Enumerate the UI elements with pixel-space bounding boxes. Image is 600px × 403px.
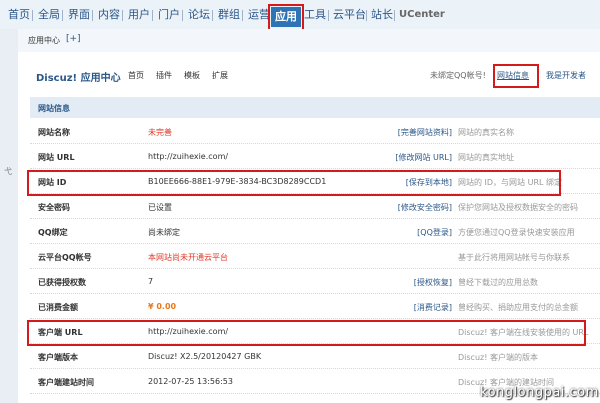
site-info-link[interactable]: 网站信息	[497, 70, 529, 81]
table-row: 云平台QQ帐号 本网站尚未开通云平台 基于此行将用网站帐号与你联系	[30, 244, 600, 269]
nav-separator	[32, 10, 33, 21]
tab-plugins[interactable]: 插件	[156, 70, 172, 81]
row-value: 7	[148, 277, 154, 286]
row-key: 网站 URL	[38, 153, 75, 162]
table-row: 已消费金额 ¥ 0.00 [消费记录] 曾经购买、捐助应用支付的总金额	[30, 294, 600, 319]
row-description: 保护您网站及授权数据安全的密码	[458, 203, 578, 212]
qq-unbound-notice: 未绑定QQ帐号!	[430, 71, 486, 80]
main-panel: Discuz! 应用中心 首页 插件 模板 扩展 未绑定QQ帐号! 网站信息 我…	[18, 52, 600, 403]
row-value: 本网站尚未开通云平台	[148, 253, 228, 262]
nav-home[interactable]: 首页	[6, 6, 32, 24]
add-shortcut-button[interactable]: [+]	[66, 34, 81, 44]
row-value: 尚未绑定	[148, 228, 180, 237]
qq-login-link[interactable]: [QQ登录]	[417, 227, 452, 238]
nav-separator	[62, 10, 63, 21]
table-row: QQ绑定 尚未绑定 [QQ登录] 方便您通过QQ登录快速安装应用	[30, 219, 600, 244]
table-row: 已获得授权数 7 [授权恢复] 曾经下载过的应用总数	[30, 269, 600, 294]
nav-separator	[212, 10, 213, 21]
breadcrumb-label: 应用中心	[28, 36, 60, 45]
row-value: 已设置	[148, 203, 172, 212]
nav-ucenter[interactable]: UCenter	[397, 6, 447, 24]
nav-groups[interactable]: 群组	[216, 6, 242, 24]
row-description: 基于此行将用网站帐号与你联系	[458, 253, 570, 262]
nav-forum[interactable]: 论坛	[186, 6, 212, 24]
table-row: 网站 ID B10EE666-88E1-979E-3834-BC3D8289CC…	[30, 169, 600, 194]
row-key: QQ绑定	[38, 228, 68, 237]
nav-cloud[interactable]: 云平台	[331, 6, 368, 24]
nav-operations[interactable]: 运营	[246, 6, 272, 24]
row-value: Discuz! X2.5/20120427 GBK	[148, 352, 262, 361]
site-info-section-header: 网站信息	[30, 97, 600, 118]
row-description: 网站的 ID，与网站 URL 绑定	[458, 178, 563, 187]
row-key: 客户端建站时间	[38, 378, 94, 387]
nav-separator	[152, 10, 153, 21]
table-row: 网站 URL http://zuihexie.com/ [修改网站 URL] 网…	[30, 144, 600, 169]
watermark: konglongpai.com	[480, 385, 599, 400]
nav-interface[interactable]: 界面	[66, 6, 92, 24]
table-row: 安全密码 已设置 [修改安全密码] 保护您网站及授权数据安全的密码	[30, 194, 600, 219]
nav-tools[interactable]: 工具	[302, 6, 328, 24]
table-row: 客户端版本 Discuz! X2.5/20120427 GBK Discuz! …	[30, 344, 600, 369]
tab-templates[interactable]: 模板	[184, 70, 200, 81]
row-description: 网站的真实地址	[458, 153, 514, 162]
breadcrumb-bar: 应用中心 [+]	[18, 29, 600, 53]
nav-separator	[394, 10, 395, 21]
restore-authorization-link[interactable]: [授权恢复]	[414, 277, 452, 288]
left-gutter: 弋	[0, 29, 18, 403]
row-key: 网站 ID	[38, 178, 67, 187]
table-row: 客户端 URL http://zuihexie.com/ Discuz! 客户端…	[30, 319, 600, 344]
row-key: 客户端版本	[38, 353, 78, 362]
row-description: 方便您通过QQ登录快速安装应用	[458, 228, 575, 237]
row-description: 曾经购买、捐助应用支付的总金额	[458, 303, 578, 312]
row-value: http://zuihexie.com/	[148, 152, 229, 161]
spending-records-link[interactable]: [消费记录]	[414, 302, 452, 313]
row-key: 云平台QQ帐号	[38, 253, 92, 262]
row-key: 已消费金额	[38, 303, 78, 312]
tab-home[interactable]: 首页	[128, 70, 144, 81]
top-nav: 首页 全局 界面 内容 用户 门户 论坛 群组 运营 应用 工具 云平台 站长 …	[0, 0, 600, 30]
row-value: http://zuihexie.com/	[148, 327, 229, 336]
nav-separator	[92, 10, 93, 21]
nav-apps[interactable]: 应用	[271, 7, 301, 27]
nav-separator	[328, 10, 329, 21]
row-key: 已获得授权数	[38, 278, 86, 287]
nav-separator	[182, 10, 183, 21]
nav-global[interactable]: 全局	[36, 6, 62, 24]
complete-site-info-link[interactable]: [完善网站资料]	[398, 127, 452, 138]
nav-portal[interactable]: 门户	[156, 6, 182, 24]
nav-content[interactable]: 内容	[96, 6, 122, 24]
row-key: 安全密码	[38, 203, 70, 212]
nav-separator	[242, 10, 243, 21]
row-value: 2012-07-25 13:56:53	[148, 377, 233, 386]
change-security-password-link[interactable]: [修改安全密码]	[398, 202, 452, 213]
table-row: 网站名称 未完善 [完善网站资料] 网站的真实名称	[30, 119, 600, 144]
section-title: 网站信息	[38, 104, 70, 113]
gutter-char: 弋	[4, 167, 12, 176]
save-locally-link[interactable]: [保存到本地]	[406, 177, 452, 188]
row-value: 未完善	[148, 128, 172, 137]
app-center-title: Discuz! 应用中心	[36, 73, 121, 84]
developer-link[interactable]: 我是开发者	[546, 70, 586, 81]
nav-separator	[122, 10, 123, 21]
row-description: 曾经下载过的应用总数	[458, 278, 538, 287]
row-description: 网站的真实名称	[458, 128, 514, 137]
row-key: 网站名称	[38, 128, 70, 137]
nav-users[interactable]: 用户	[126, 6, 152, 24]
row-key: 客户端 URL	[38, 328, 83, 337]
row-description: Discuz! 客户端的版本	[458, 353, 538, 362]
edit-site-url-link[interactable]: [修改网站 URL]	[395, 152, 452, 163]
row-value: ¥ 0.00	[148, 302, 177, 311]
nav-separator	[366, 10, 367, 21]
nav-webmaster[interactable]: 站长	[369, 6, 395, 24]
row-description: Discuz! 客户端在线安装使用的 URL	[458, 328, 589, 337]
row-value: B10EE666-88E1-979E-3834-BC3D8289CCD1	[148, 177, 327, 186]
tab-extensions[interactable]: 扩展	[212, 70, 228, 81]
